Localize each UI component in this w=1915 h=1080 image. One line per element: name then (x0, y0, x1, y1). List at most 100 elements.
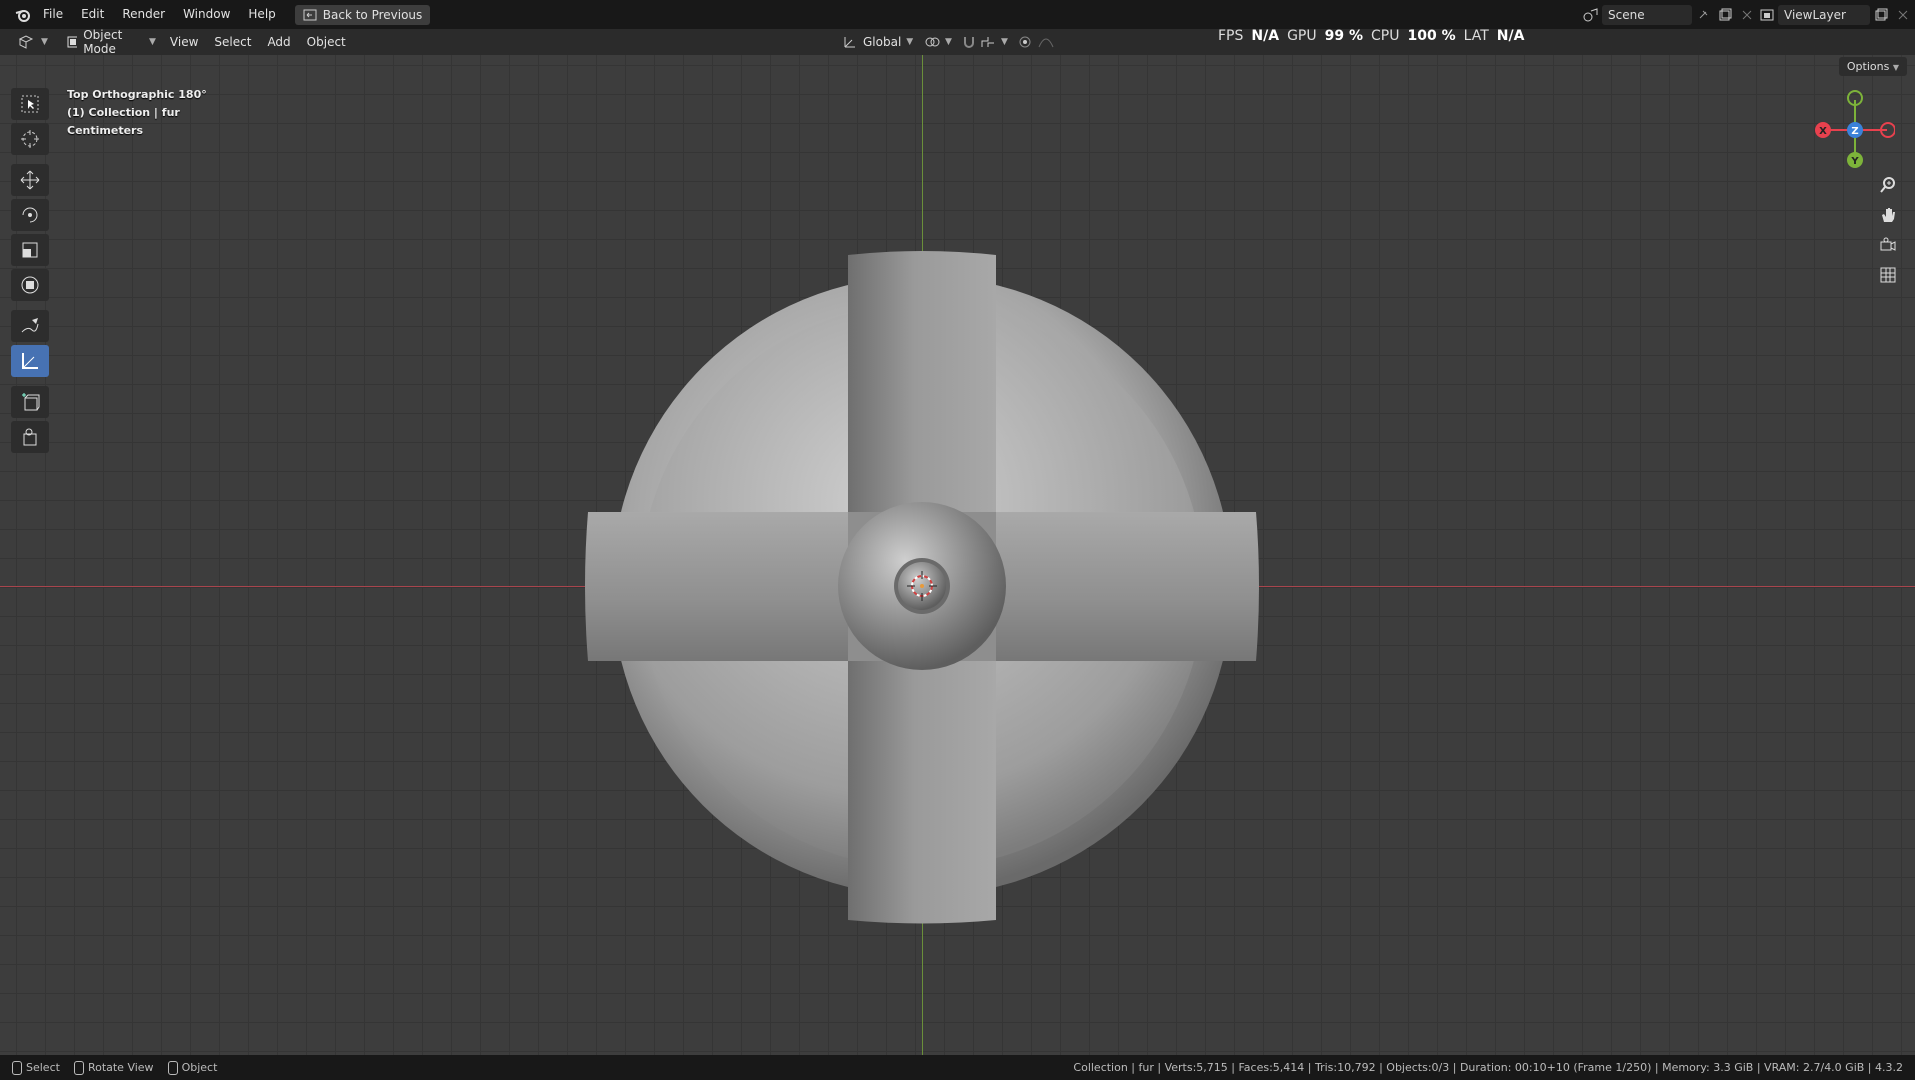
proportional-editing-dropdown[interactable] (1012, 32, 1060, 52)
new-scene-icon[interactable] (1714, 5, 1736, 25)
z-axis-label: Z (1851, 126, 1858, 137)
magnet-icon (964, 37, 974, 48)
delete-scene-icon[interactable] (1736, 5, 1758, 25)
cursor-icon (21, 130, 39, 148)
chevron-down-icon: ▼ (41, 37, 48, 47)
status-rotate-hint: Rotate View (73, 1060, 154, 1075)
status-object-label: Object (181, 1061, 218, 1074)
performance-stats: FPS N/A GPU 99 % CPU 100 % LAT N/A (1218, 28, 1524, 44)
scale-icon (22, 242, 38, 258)
new-view-layer-icon[interactable] (1870, 5, 1892, 25)
navigation-gizmo[interactable]: X Y Z (1815, 88, 1895, 168)
transform-orientation-dropdown[interactable]: Global ▼ (836, 32, 919, 52)
pivot-point-dropdown[interactable]: ▼ (918, 32, 958, 52)
cpu-label: CPU (1371, 28, 1400, 44)
annotate-tool[interactable] (11, 310, 49, 342)
collection-info: (1) Collection | fur (67, 106, 180, 119)
view-layer-selector[interactable]: ViewLayer (1756, 4, 1914, 25)
scene-selector[interactable]: Scene (1580, 4, 1758, 25)
fur-object-mesh[interactable] (0, 55, 1915, 1055)
scene-icon (1580, 5, 1602, 25)
mode-dropdown[interactable]: Object Mode ▼ (60, 28, 162, 56)
left-mouse-icon (12, 1060, 22, 1075)
back-icon (303, 9, 317, 20)
rotate-tool[interactable] (11, 199, 49, 231)
view-layer-name: ViewLayer (1784, 7, 1846, 22)
right-mouse-icon (167, 1060, 178, 1075)
fps-label: FPS (1218, 28, 1244, 44)
scene-name: Scene (1608, 7, 1645, 22)
zoom-icon[interactable] (1875, 172, 1901, 198)
pivot-icon (925, 37, 940, 47)
object-mode-icon (67, 36, 78, 48)
view-layer-icon (1756, 5, 1778, 25)
scene-name-field[interactable]: Scene (1602, 4, 1692, 25)
header-menu-add[interactable]: Add (259, 35, 298, 49)
x-axis-label: X (1819, 126, 1827, 137)
blender-logo-icon[interactable] (12, 5, 34, 25)
top-menu-bar: File Edit Render Window Help Back to Pre… (0, 0, 1915, 29)
units-label: Centimeters (67, 124, 144, 137)
annotate-icon (21, 318, 39, 333)
move-tool[interactable] (11, 164, 49, 196)
view-name: Top Orthographic 180° (67, 88, 207, 101)
gpu-label: GPU (1287, 28, 1317, 44)
menu-window[interactable]: Window (174, 0, 239, 29)
orientation-label: Global (863, 35, 902, 49)
delete-view-layer-icon[interactable] (1892, 5, 1914, 25)
camera-view-icon[interactable] (1875, 232, 1901, 258)
scale-tool[interactable] (11, 234, 49, 266)
header-menu-select[interactable]: Select (206, 35, 259, 49)
scene-statistics: Collection | fur | Verts:5,715 | Faces:5… (1073, 1061, 1903, 1074)
tool-shelf (11, 88, 49, 456)
orientation-icon (844, 37, 855, 48)
menu-render[interactable]: Render (113, 0, 174, 29)
cpu-value: 100 % (1407, 28, 1456, 44)
viewport-header: ▼ Object Mode ▼ View Select Add Object Gl… (0, 28, 1915, 81)
menu-file[interactable]: File (34, 0, 72, 29)
select-box-tool[interactable] (11, 88, 49, 120)
pan-hand-icon[interactable] (1875, 202, 1901, 228)
lat-label: LAT (1463, 28, 1489, 44)
3d-viewport[interactable]: Top Orthographic 180° (1) Collection | f… (0, 55, 1915, 1055)
chevron-down-icon: ▼ (149, 37, 156, 47)
chevron-down-icon: ▼ (945, 37, 952, 47)
menu-edit[interactable]: Edit (72, 0, 113, 29)
fps-value: N/A (1251, 28, 1280, 44)
middle-mouse-icon (73, 1060, 84, 1075)
measure-tool[interactable] (11, 345, 49, 377)
editor-type-icon (18, 35, 34, 49)
back-to-previous-button[interactable]: Back to Previous (294, 4, 431, 25)
editor-type-dropdown[interactable]: ▼ (12, 32, 54, 52)
select-box-icon (21, 95, 39, 113)
add-cube-icon (22, 393, 40, 411)
header-menu-view[interactable]: View (162, 35, 206, 49)
chevron-down-icon: ▼ (1001, 37, 1008, 47)
snap-increment-icon (981, 37, 994, 47)
y-axis-label: Y (1850, 156, 1859, 167)
transform-tool[interactable] (11, 269, 49, 301)
chevron-down-icon: ▼ (906, 37, 914, 47)
ortho-grid-icon[interactable] (1875, 262, 1901, 288)
move-icon (20, 170, 40, 190)
header-menu-object[interactable]: Object (299, 35, 354, 49)
snap-dropdown[interactable]: ▼ (956, 32, 1014, 52)
pin-icon[interactable] (1692, 5, 1714, 25)
add-object-tool[interactable] (11, 421, 49, 453)
viewport-info-overlay: Top Orthographic 180° (1) Collection | f… (67, 86, 207, 140)
options-label: Options (1846, 60, 1890, 73)
proportional-editing-icon (1019, 36, 1031, 48)
options-dropdown[interactable]: Options ▼ (1838, 57, 1907, 76)
rotate-icon (22, 207, 38, 223)
add-object-icon (23, 428, 37, 446)
view-layer-field[interactable]: ViewLayer (1778, 4, 1870, 25)
status-select-label: Select (26, 1061, 60, 1074)
add-cube-tool[interactable] (11, 386, 49, 418)
gpu-value: 99 % (1324, 28, 1363, 44)
status-rotate-label: Rotate View (87, 1061, 154, 1074)
cursor-tool[interactable] (11, 123, 49, 155)
menu-help[interactable]: Help (239, 0, 284, 29)
chevron-down-icon: ▼ (1892, 63, 1899, 72)
falloff-icon (1038, 38, 1054, 48)
measure-icon (22, 353, 38, 369)
